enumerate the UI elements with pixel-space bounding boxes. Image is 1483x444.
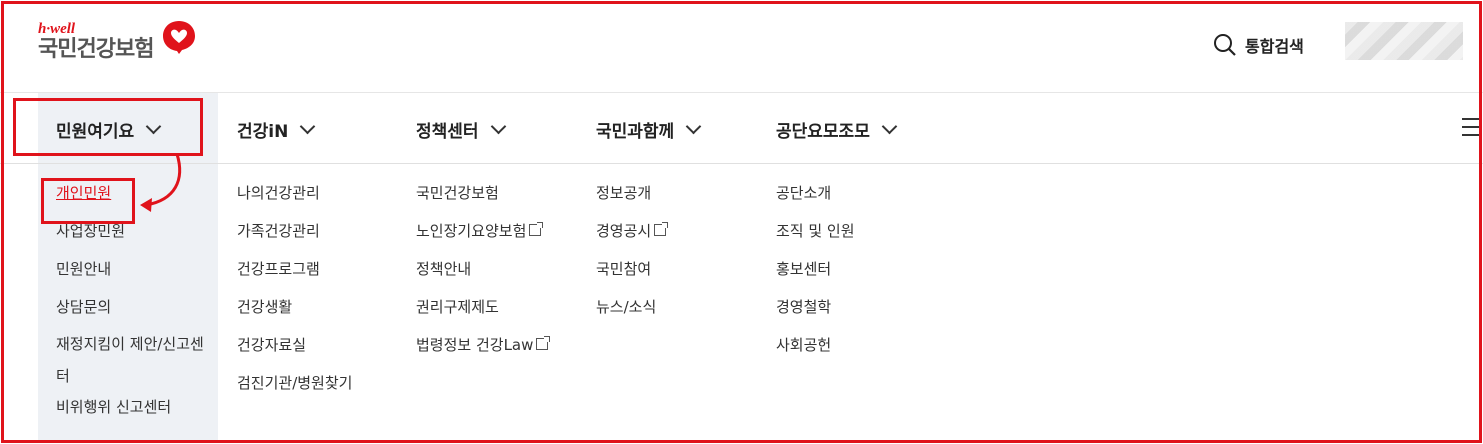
annotation-arrow [140, 153, 182, 212]
